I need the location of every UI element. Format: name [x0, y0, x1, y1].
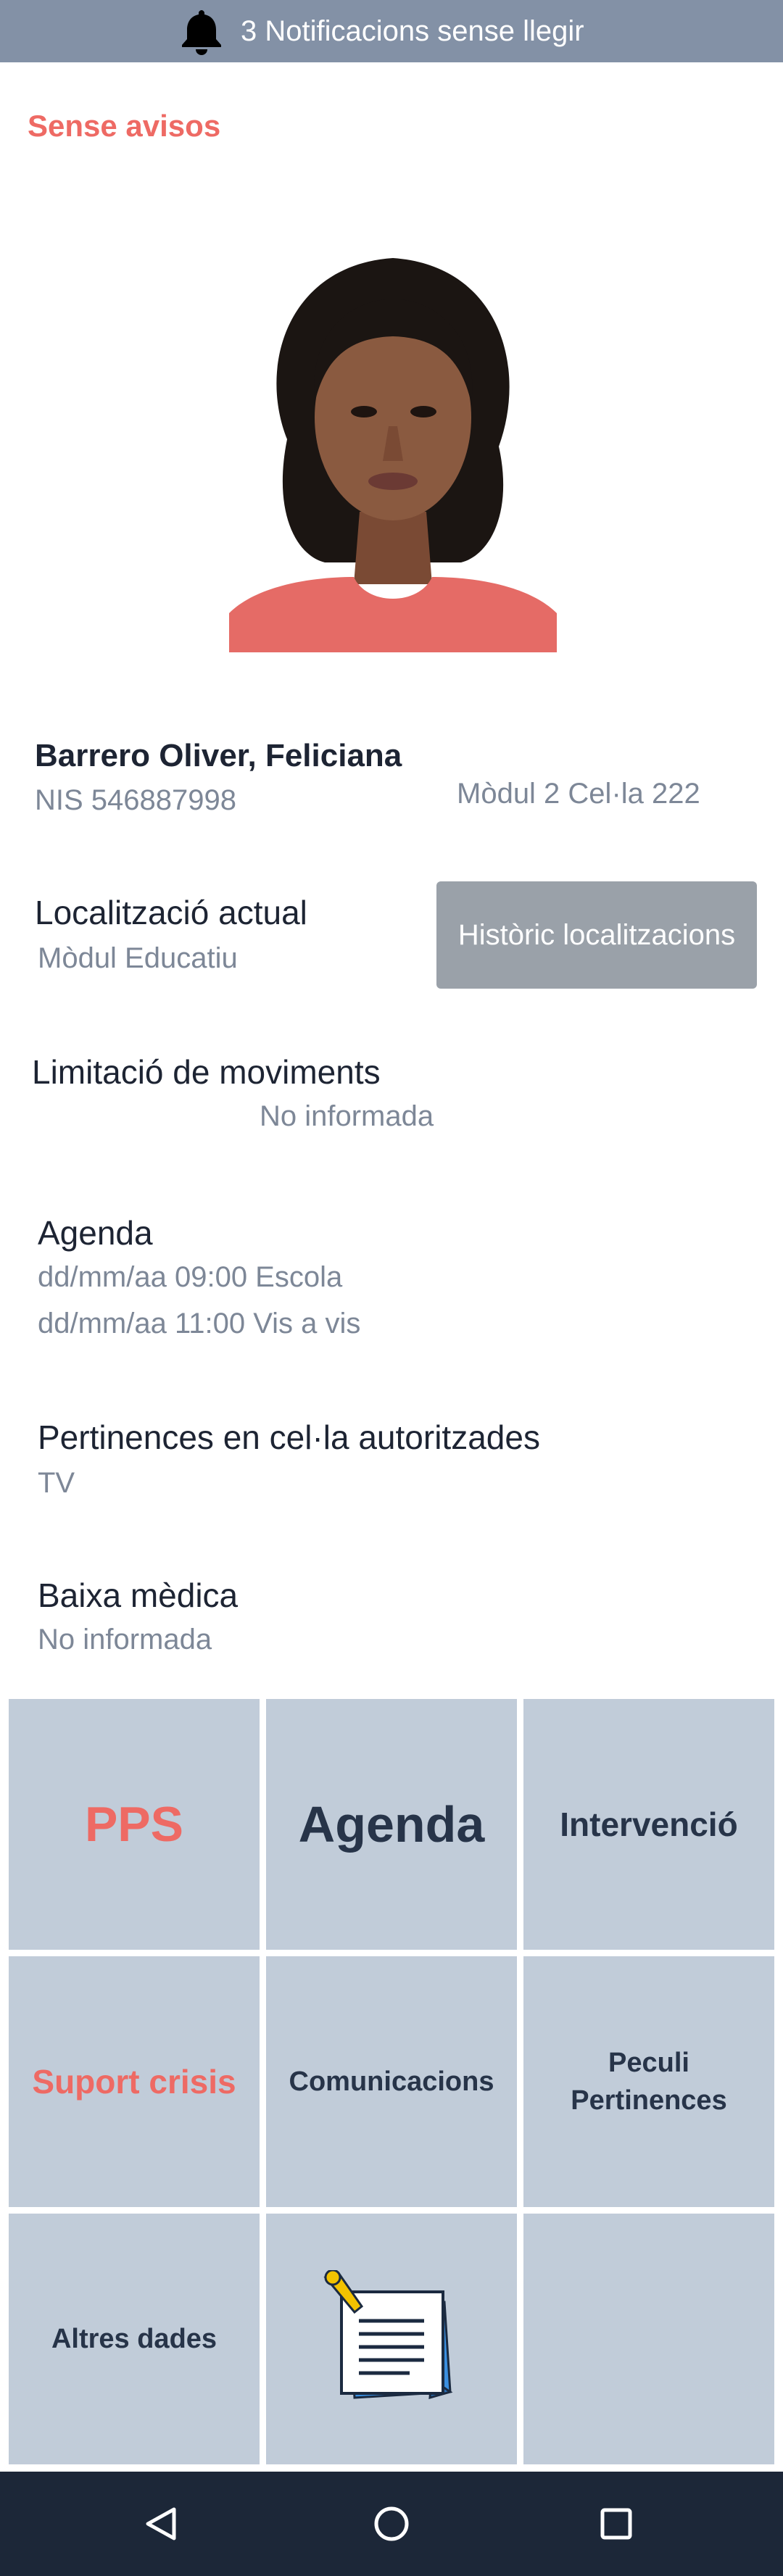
tile-suport-crisis[interactable]: Suport crisis	[9, 1956, 260, 2207]
inmate-name: Barrero Oliver, Feliciana	[35, 738, 402, 773]
profile-photo	[229, 236, 557, 652]
notification-bar[interactable]: 3 Notificacions sense llegir	[0, 0, 783, 62]
tile-intervencio[interactable]: Intervenció	[523, 1699, 774, 1950]
movement-value: No informada	[260, 1100, 434, 1132]
tile-peculi-pertinences[interactable]: Peculi Pertinences	[523, 1956, 774, 2207]
action-tiles-grid: PPS Agenda Intervenció Suport crisis Com…	[9, 1699, 774, 2464]
location-title: Localització actual	[35, 894, 307, 931]
tile-intervencio-label: Intervenció	[560, 1806, 738, 1843]
tile-peculi-label: Peculi	[608, 2048, 689, 2078]
medical-leave-title: Baixa mèdica	[38, 1576, 239, 1614]
recents-icon[interactable]	[599, 2506, 634, 2541]
home-icon[interactable]	[373, 2505, 410, 2543]
medical-leave-value: No informada	[38, 1624, 212, 1655]
movement-title: Limitació de moviments	[32, 1053, 381, 1091]
tile-altres-dades[interactable]: Altres dades	[9, 2214, 260, 2464]
location-history-button[interactable]: Històric localitzacions	[436, 881, 757, 989]
tile-comunicacions[interactable]: Comunicacions	[266, 1956, 517, 2207]
back-icon[interactable]	[142, 2505, 180, 2543]
system-navigation-bar	[0, 2472, 783, 2576]
tile-suport-crisis-label: Suport crisis	[32, 2063, 236, 2101]
tile-empty	[523, 2214, 774, 2464]
location-value: Mòdul Educatiu	[38, 942, 238, 974]
agenda-item: dd/mm/aa 11:00 Vis a vis	[38, 1308, 361, 1339]
tile-pps-label: PPS	[84, 1797, 184, 1852]
tile-agenda-label: Agenda	[298, 1796, 485, 1853]
tile-comunicacions-label: Comunicacions	[289, 2066, 494, 2097]
inmate-nis: NIS 546887998	[35, 784, 237, 816]
belongings-value: TV	[38, 1467, 75, 1499]
tile-notes[interactable]	[266, 2214, 517, 2464]
agenda-item: dd/mm/aa 09:00 Escola	[38, 1261, 343, 1293]
bell-icon	[182, 10, 221, 55]
alerts-status[interactable]: Sense avisos	[28, 109, 220, 144]
tile-pertinences-label: Pertinences	[571, 2085, 727, 2116]
tile-altres-dades-label: Altres dades	[51, 2323, 218, 2354]
agenda-title: Agenda	[38, 1214, 153, 1252]
tile-agenda[interactable]: Agenda	[266, 1699, 517, 1950]
inmate-cell: Mòdul 2 Cel·la 222	[457, 778, 700, 810]
tile-pps[interactable]: PPS	[9, 1699, 260, 1950]
belongings-title: Pertinences en cel·la autoritzades	[38, 1418, 540, 1456]
notification-count-text: 3 Notificacions sense llegir	[241, 15, 584, 47]
notepad-icon	[323, 2270, 453, 2400]
